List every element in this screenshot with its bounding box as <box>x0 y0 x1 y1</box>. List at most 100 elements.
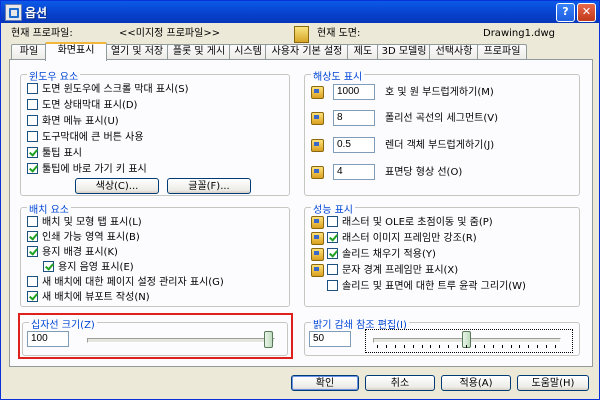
checkbox-box[interactable] <box>27 130 38 142</box>
checkbox-shortcut-tooltips[interactable]: 툴팁에 바로 가기 키 표시 <box>27 162 147 176</box>
current-drawing-value: Drawing1.dwg <box>483 28 555 39</box>
display-resolution-title: 해상도 표시 <box>311 68 365 83</box>
checkbox-layout-tabs[interactable]: 배치 및 모형 탭 표시(L) <box>27 215 142 229</box>
arc-smoothness-label: 호 및 원 부드럽게하기(M) <box>385 87 494 98</box>
checkbox-box[interactable] <box>327 263 338 275</box>
fonts-button[interactable]: 글꼴(F)... <box>167 178 251 194</box>
tab-profiles[interactable]: 프로파일 <box>477 44 527 59</box>
checkbox-box[interactable] <box>327 231 338 243</box>
checkbox-tooltips[interactable]: 툴팁 표시 <box>27 146 82 160</box>
checkbox-box[interactable] <box>27 162 38 174</box>
checkbox-box[interactable] <box>27 82 38 94</box>
slider-tick <box>412 345 414 348</box>
checkbox-create-viewport[interactable]: 새 배치에 뷰포트 작성(N) <box>27 290 150 304</box>
title-bar[interactable]: 옵션 ? ✕ <box>1 1 599 23</box>
checkbox-box[interactable] <box>27 114 38 126</box>
raster-ole-icon <box>311 216 324 229</box>
checkbox-true-silhouettes[interactable]: 솔리드 및 표면에 대한 트루 윤곽 그리기(W) <box>327 279 526 293</box>
checkbox-box[interactable] <box>27 290 38 302</box>
checkbox-page-setup-manager[interactable]: 새 배치에 대한 페이지 설정 관리자 표시(G) <box>27 275 224 289</box>
tab-display[interactable]: 화면표시 <box>45 42 107 61</box>
checkbox-label: 도면 상태막대 표시(D) <box>42 100 138 111</box>
checkbox-label: 툴팁 표시 <box>42 148 82 159</box>
contour-lines-icon <box>311 166 324 179</box>
slider-tick <box>519 345 521 348</box>
tab-files[interactable]: 파일 <box>11 44 47 59</box>
help-button[interactable]: 도움말(H) <box>517 375 589 391</box>
checkbox-label: 용지 음영 표시(E) <box>58 262 134 273</box>
app-icon <box>5 4 22 21</box>
arc-smoothness-input[interactable] <box>333 84 375 100</box>
checkbox-status-bar[interactable]: 도면 상태막대 표시(D) <box>27 98 138 112</box>
xref-fade-input[interactable] <box>309 331 351 347</box>
slider-tick <box>510 345 512 348</box>
window-elements-title: 윈도우 요소 <box>27 68 81 83</box>
checkbox-printable-area[interactable]: 인쇄 가능 영역 표시(B) <box>27 230 140 244</box>
checkbox-text-frame[interactable]: 문자 경계 프레임만 표시(X) <box>327 263 458 277</box>
current-drawing-label: 현재 도면: <box>317 28 361 39</box>
checkbox-large-buttons[interactable]: 도구막대에 큰 버튼 사용 <box>27 130 144 144</box>
slider-tick <box>466 345 467 348</box>
checkbox-box[interactable] <box>27 275 38 287</box>
checkbox-label: 툴팁에 바로 가기 키 표시 <box>42 164 147 175</box>
ok-button[interactable]: 확인 <box>291 375 359 391</box>
checkbox-box[interactable] <box>43 260 54 272</box>
checkbox-box[interactable] <box>27 146 38 158</box>
checkbox-label: 솔리드 채우기 적용(Y) <box>342 249 436 260</box>
render-smoothness-input[interactable] <box>333 137 375 153</box>
slider-tick <box>394 345 396 348</box>
slider-tick <box>546 345 548 348</box>
close-title-button[interactable]: ✕ <box>577 3 596 22</box>
slider-tick <box>421 345 423 348</box>
tab-3d-modeling[interactable]: 3D 모델링 <box>377 44 431 59</box>
contour-lines-input[interactable] <box>333 164 375 180</box>
checkbox-box[interactable] <box>327 247 338 259</box>
solid-fill-icon <box>311 248 324 261</box>
current-profile-value: <<미지정 프로파일>> <box>119 28 221 39</box>
checkbox-paper-background[interactable]: 용지 배경 표시(K) <box>27 245 118 259</box>
dialog-button-bar: 확인 취소 적용(A) 도움말(H) <box>1 371 599 399</box>
checkbox-box[interactable] <box>327 215 338 227</box>
window-elements-group: 윈도우 요소 도면 윈도우에 스크롤 막대 표시(S) 도면 상태막대 표시(D… <box>20 68 290 196</box>
slider-tick <box>403 345 405 348</box>
layout-elements-title: 배치 요소 <box>27 201 71 216</box>
colors-button[interactable]: 색상(C)... <box>75 178 159 194</box>
tab-drafting[interactable]: 제도 <box>347 44 379 59</box>
checkbox-paper-shadow[interactable]: 용지 음영 표시(E) <box>43 260 134 274</box>
checkbox-box[interactable] <box>27 215 38 227</box>
checkbox-label: 솔리드 및 표면에 대한 트루 윤곽 그리기(W) <box>342 281 526 292</box>
current-profile-label: 현재 프로파일: <box>11 28 73 39</box>
options-dialog: 옵션 ? ✕ 현재 프로파일: <<미지정 프로파일>> 현재 도면: Draw… <box>0 0 600 400</box>
tab-open-save[interactable]: 열기 및 저장 <box>105 44 169 59</box>
slider-tick <box>501 345 503 348</box>
checkbox-screen-menu[interactable]: 화면 메뉴 표시(U) <box>27 114 119 128</box>
slider-tick <box>555 345 556 348</box>
checkbox-box[interactable] <box>27 245 38 257</box>
slider-tick <box>448 345 450 348</box>
checkbox-raster-frame[interactable]: 래스터 이미지 프레임만 강조(R) <box>327 231 477 245</box>
tab-selection[interactable]: 선택사항 <box>429 44 479 59</box>
checkbox-box[interactable] <box>27 98 38 110</box>
checkbox-raster-pan-zoom[interactable]: 래스터 및 OLE로 초점이동 및 줌(P) <box>327 215 493 229</box>
render-smoothness-label: 렌더 객체 부드럽게하기(J) <box>385 140 495 151</box>
checkbox-scrollbars[interactable]: 도면 윈도우에 스크롤 막대 표시(S) <box>27 82 188 96</box>
tab-user-preferences[interactable]: 사용자 기본 설정 <box>265 44 349 59</box>
slider-tick <box>483 345 485 348</box>
apply-button[interactable]: 적용(A) <box>441 375 511 391</box>
checkbox-box[interactable] <box>27 230 38 242</box>
checkbox-box[interactable] <box>327 279 338 291</box>
checkbox-label: 새 배치에 뷰포트 작성(N) <box>42 292 150 303</box>
slider-tick <box>528 345 530 348</box>
polyline-segments-icon <box>311 112 324 125</box>
cancel-button[interactable]: 취소 <box>365 375 435 391</box>
tab-system[interactable]: 시스템 <box>229 44 267 59</box>
help-title-button[interactable]: ? <box>556 3 575 22</box>
polyline-segments-input[interactable] <box>333 110 375 126</box>
tab-plot-publish[interactable]: 플롯 및 게시 <box>167 44 231 59</box>
checkbox-label: 용지 배경 표시(K) <box>42 247 118 258</box>
arc-smoothness-icon <box>311 86 324 99</box>
xref-fade-group: 밝기 감쇄 참조 편집(I) <box>304 316 580 356</box>
display-performance-group: 성능 표시 래스터 및 OLE로 초점이동 및 줌(P) 래스터 이미지 프레임… <box>304 201 580 307</box>
checkbox-solid-fill[interactable]: 솔리드 채우기 적용(Y) <box>327 247 436 261</box>
slider-tick <box>457 345 459 348</box>
